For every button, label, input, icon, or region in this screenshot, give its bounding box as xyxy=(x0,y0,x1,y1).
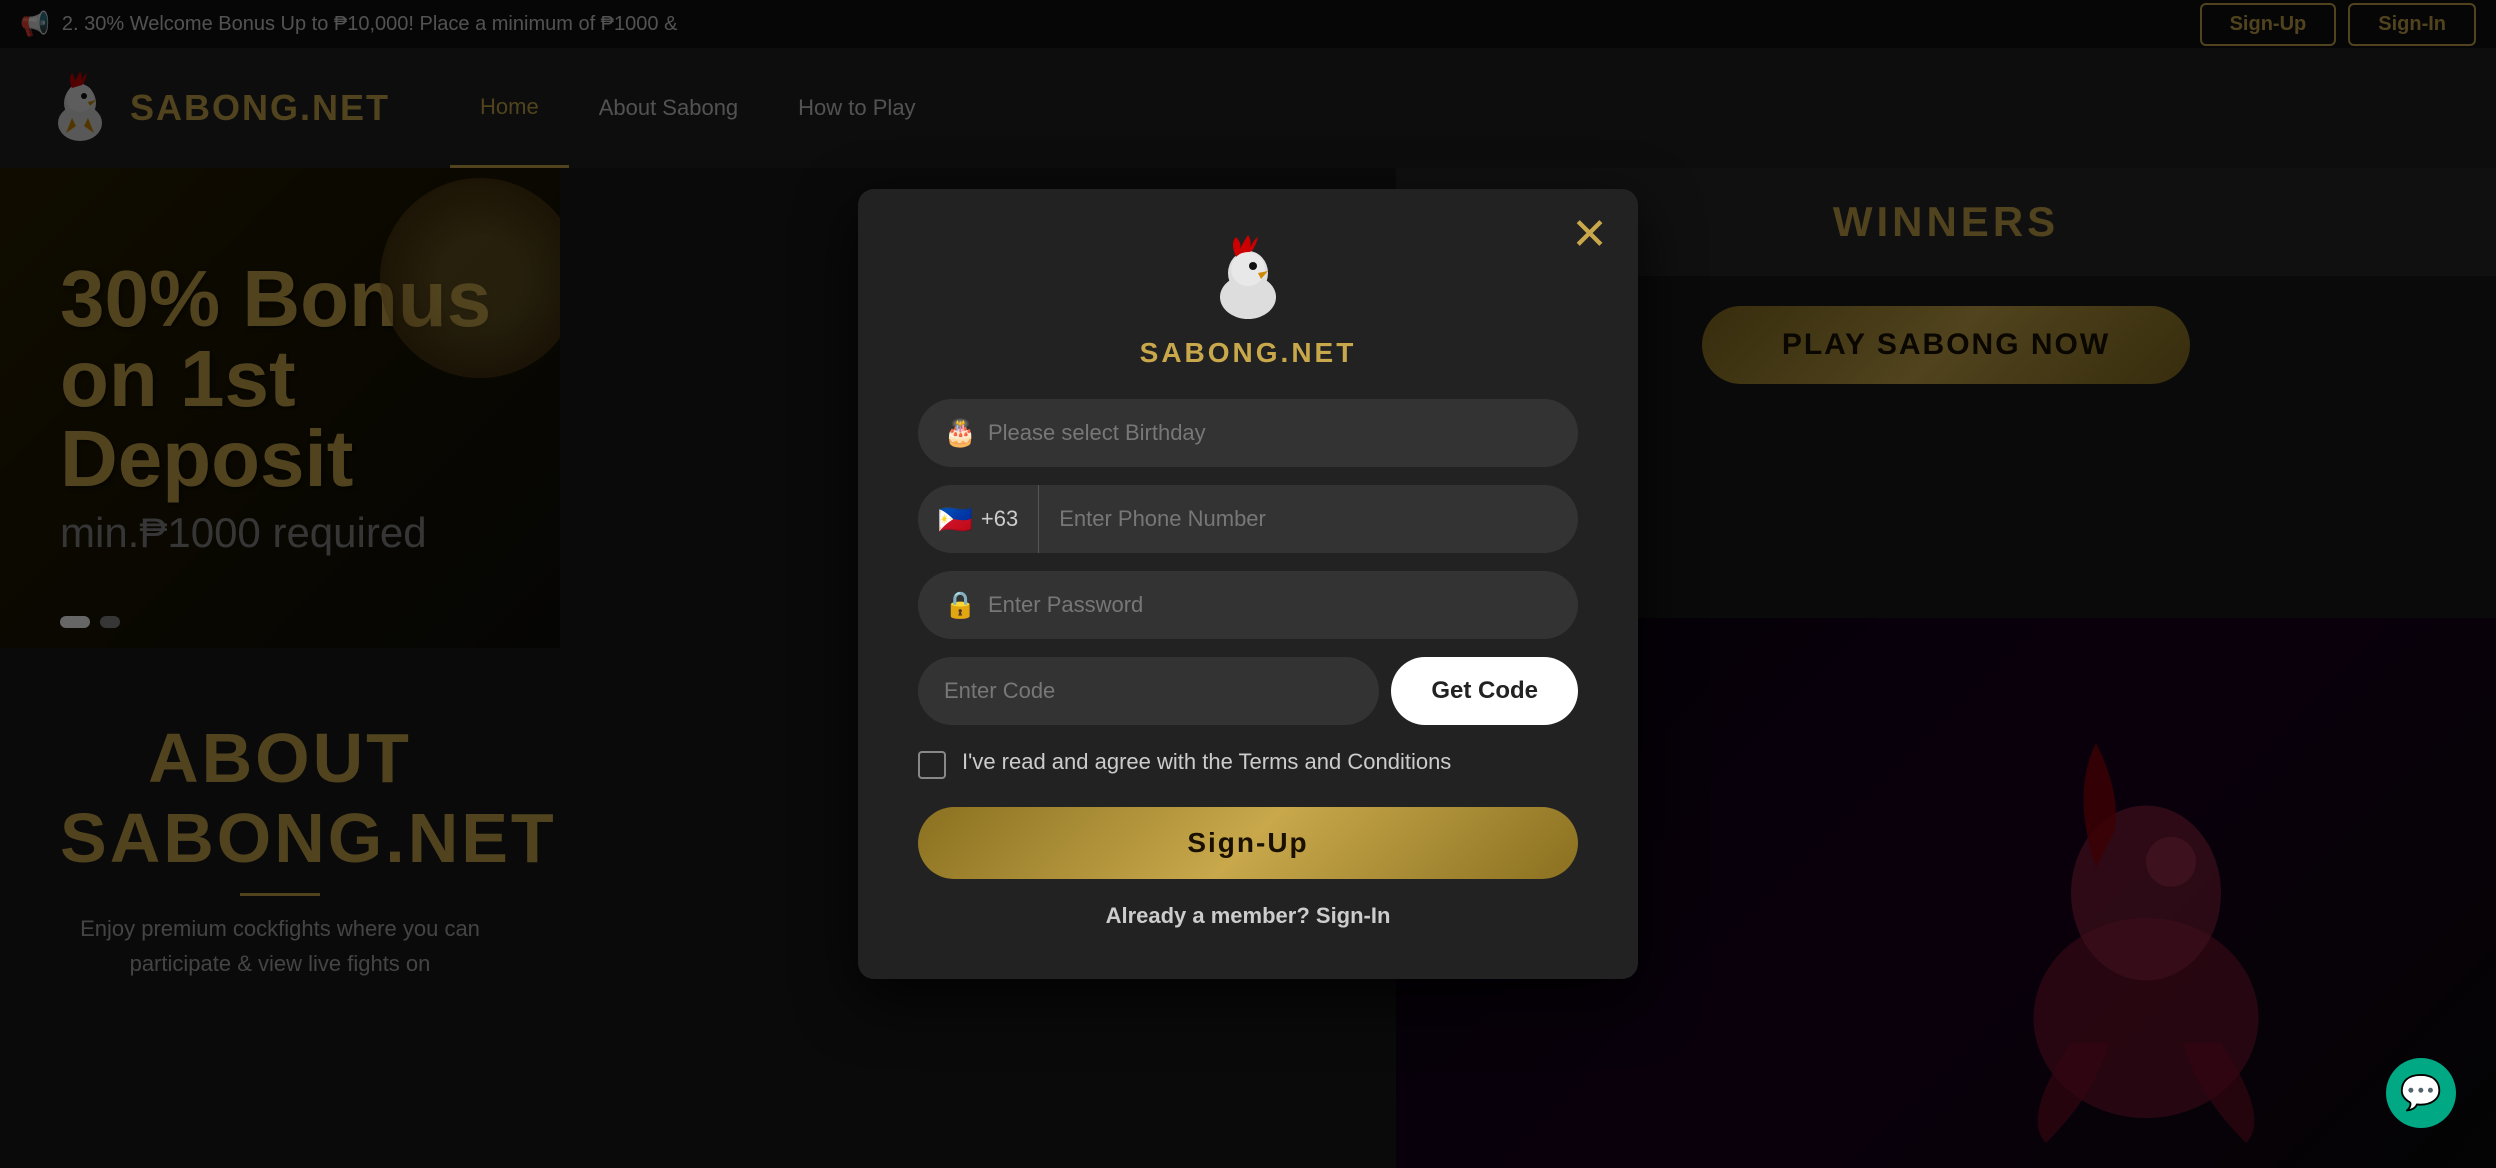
birthday-field: 🎂 xyxy=(918,399,1578,467)
code-row: Get Code xyxy=(918,657,1578,725)
modal-logo-text: SABONG.NET xyxy=(1140,337,1357,369)
modal-overlay[interactable]: ✕ SABONG.NET 🎂 🇵🇭 +63 xyxy=(0,0,2496,1168)
signup-modal: ✕ SABONG.NET 🎂 🇵🇭 +63 xyxy=(858,189,1638,979)
phone-prefix: 🇵🇭 +63 xyxy=(918,485,1039,553)
password-input[interactable] xyxy=(918,571,1578,639)
password-icon: 🔒 xyxy=(944,590,976,621)
password-field: 🔒 xyxy=(918,571,1578,639)
terms-row: I've read and agree with the Terms and C… xyxy=(918,747,1578,779)
phone-country-code: +63 xyxy=(981,506,1018,532)
modal-logo: SABONG.NET xyxy=(918,229,1578,369)
signup-button[interactable]: Sign-Up xyxy=(918,807,1578,879)
modal-logo-icon xyxy=(1198,229,1298,329)
already-member-text: Already a member? xyxy=(1106,903,1310,928)
chat-button[interactable]: 💬 xyxy=(2386,1058,2456,1128)
already-member-row: Already a member? Sign-In xyxy=(918,903,1578,929)
chat-icon: 💬 xyxy=(2400,1073,2442,1113)
phone-field: 🇵🇭 +63 xyxy=(918,485,1578,553)
phone-flag: 🇵🇭 xyxy=(938,503,973,536)
birthday-input[interactable] xyxy=(918,399,1578,467)
code-input[interactable] xyxy=(918,657,1379,725)
birthday-icon: 🎂 xyxy=(944,418,976,449)
phone-input[interactable] xyxy=(1039,506,1578,532)
terms-text: I've read and agree with the Terms and C… xyxy=(962,747,1451,778)
get-code-button[interactable]: Get Code xyxy=(1391,657,1578,725)
terms-checkbox[interactable] xyxy=(918,751,946,779)
modal-close-button[interactable]: ✕ xyxy=(1571,213,1608,257)
signin-link[interactable]: Sign-In xyxy=(1316,903,1391,928)
